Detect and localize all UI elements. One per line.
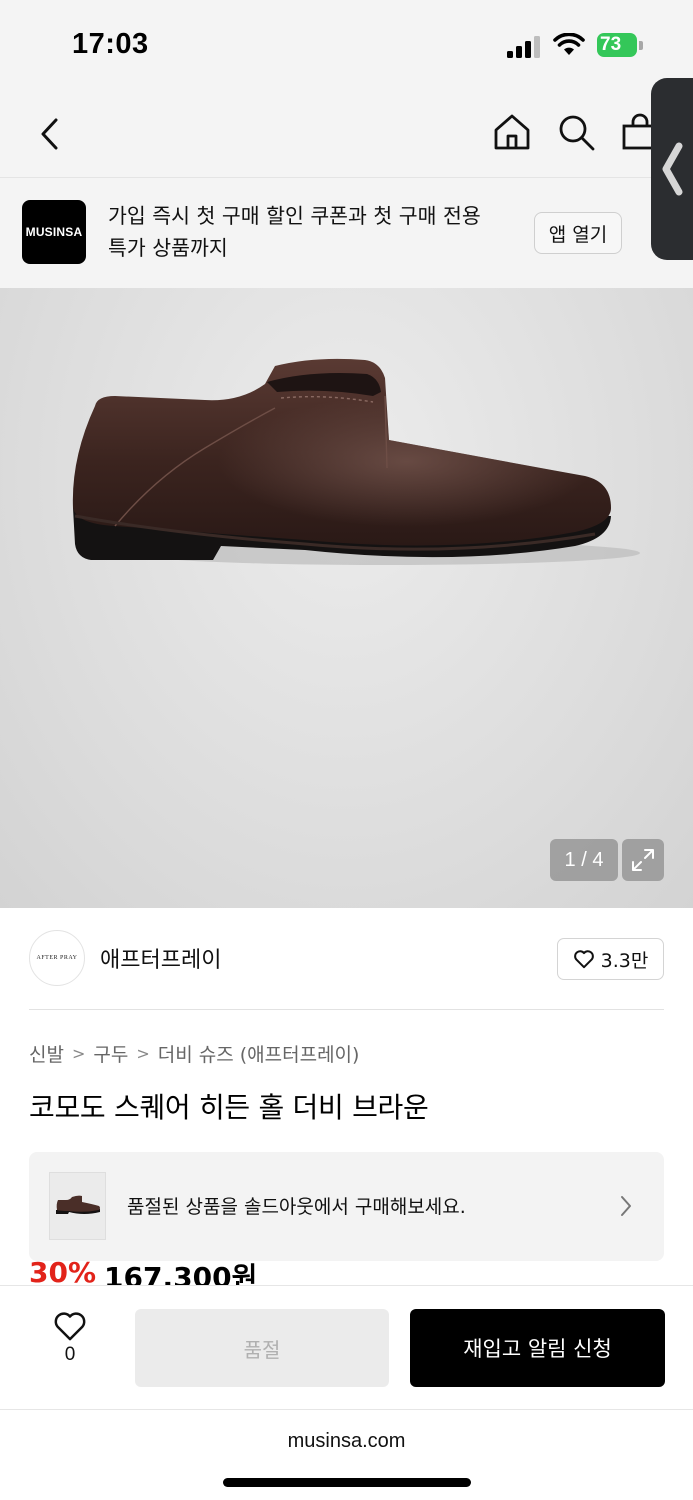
wifi-icon bbox=[553, 33, 585, 55]
product-thumbnail bbox=[49, 1172, 106, 1240]
section-divider bbox=[29, 1009, 664, 1010]
url-text[interactable]: musinsa.com bbox=[0, 1430, 693, 1453]
restock-alert-button[interactable]: 재입고 알림 신청 bbox=[410, 1309, 665, 1387]
status-bar: 17:03 73 bbox=[0, 0, 693, 90]
chevron-left-icon bbox=[662, 142, 683, 196]
shoe-thumbnail-image bbox=[55, 1195, 100, 1214]
expand-icon bbox=[632, 849, 654, 871]
home-icon bbox=[494, 114, 530, 150]
search-button[interactable] bbox=[554, 108, 598, 156]
chevron-left-icon bbox=[41, 118, 58, 150]
banner-message: 가입 즉시 첫 구매 할인 쿠폰과 첫 구매 전용 특가 상품까지 bbox=[108, 200, 518, 264]
banner-message-line2: 특가 상품까지 bbox=[108, 236, 228, 260]
image-counter: 1 / 4 bbox=[550, 839, 618, 881]
status-time: 17:03 bbox=[72, 28, 149, 60]
brand-like-count: 3.3만 bbox=[600, 949, 649, 972]
battery-level: 73 bbox=[600, 34, 622, 55]
chevron-right-icon: > bbox=[136, 1044, 150, 1063]
chevron-right-icon: > bbox=[71, 1044, 86, 1063]
nav-header bbox=[0, 90, 693, 178]
product-title: 코모도 스퀘어 히든 홀 더비 브라운 bbox=[29, 1091, 429, 1124]
brand-name[interactable]: 애프터프레이 bbox=[100, 942, 221, 974]
brand-avatar[interactable]: AFTER PRAY bbox=[29, 930, 85, 986]
breadcrumb-item[interactable]: 더비 슈즈 (애프터프레이) bbox=[158, 1040, 360, 1067]
breadcrumb-item[interactable]: 구두 bbox=[93, 1040, 128, 1067]
wishlist-button[interactable]: 0 bbox=[40, 1310, 100, 1380]
chevron-right-icon bbox=[621, 1196, 631, 1216]
open-app-button[interactable]: 앱 열기 bbox=[534, 212, 622, 254]
expand-image-button[interactable] bbox=[622, 839, 664, 881]
brand-like-button[interactable]: 3.3만 bbox=[557, 938, 664, 980]
back-button[interactable] bbox=[30, 110, 70, 158]
home-indicator bbox=[223, 1478, 471, 1487]
bottom-action-bar: 0 품절 재입고 알림 신청 bbox=[0, 1285, 693, 1409]
home-button[interactable] bbox=[490, 108, 534, 156]
product-shoe-image bbox=[72, 358, 640, 565]
soldout-promo-card[interactable]: 품절된 상품을 솔드아웃에서 구매해보세요. bbox=[29, 1152, 664, 1261]
wishlist-count: 0 bbox=[64, 1344, 76, 1365]
app-install-banner: MUSINSA 가입 즉시 첫 구매 할인 쿠폰과 첫 구매 전용 특가 상품까… bbox=[0, 178, 693, 288]
browser-url-bar[interactable]: musinsa.com bbox=[0, 1409, 693, 1500]
musinsa-logo: MUSINSA bbox=[22, 200, 86, 264]
breadcrumb-item[interactable]: 신발 bbox=[29, 1040, 64, 1067]
search-icon bbox=[559, 115, 595, 151]
brand-row: AFTER PRAY 애프터프레이 3.3만 bbox=[0, 908, 693, 1010]
heart-icon bbox=[54, 1312, 86, 1341]
side-panel-handle[interactable] bbox=[651, 78, 693, 260]
soldout-button: 품절 bbox=[135, 1309, 389, 1387]
battery-indicator: 73 bbox=[597, 33, 637, 57]
heart-icon bbox=[573, 950, 594, 969]
battery-cap bbox=[639, 41, 643, 50]
banner-message-line1: 가입 즉시 첫 구매 할인 쿠폰과 첫 구매 전용 bbox=[108, 204, 481, 228]
product-image-gallery[interactable]: 1 / 4 bbox=[0, 288, 693, 908]
cellular-signal-icon bbox=[507, 36, 540, 58]
soldout-promo-text: 품절된 상품을 솔드아웃에서 구매해보세요. bbox=[127, 1196, 466, 1218]
breadcrumb: 신발 > 구두 > 더비 슈즈 (애프터프레이) bbox=[29, 1040, 359, 1067]
